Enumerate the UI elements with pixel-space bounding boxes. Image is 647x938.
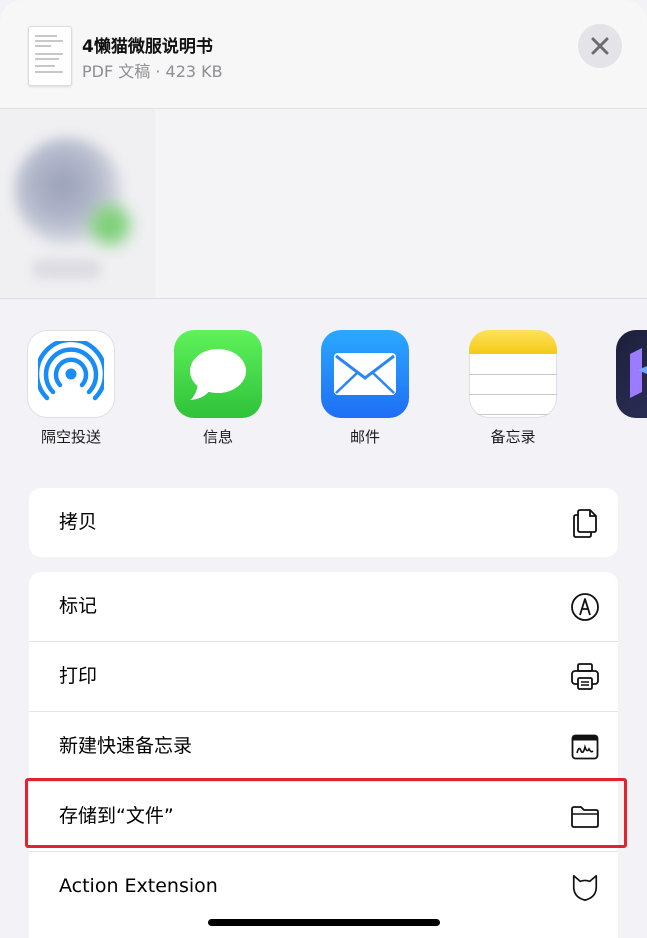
share-sheet: 4懒猫微服说明书 PDF 文稿 · 423 KB 隔空投送 信息 邮件 备忘录 …	[0, 0, 647, 938]
airdrop-icon	[27, 330, 115, 418]
action-copy[interactable]: 拷贝	[29, 488, 618, 557]
document-title: 4懒猫微服说明书	[82, 37, 213, 57]
app-label: 备忘录	[490, 428, 536, 446]
highlight-box	[25, 778, 627, 848]
action-label: Action Extension	[59, 875, 218, 897]
app-icon-partial	[616, 330, 647, 418]
app-label: 信息	[202, 428, 233, 446]
share-header: 4懒猫微服说明书 PDF 文稿 · 423 KB	[0, 0, 647, 109]
close-button[interactable]	[578, 24, 622, 68]
action-label: 拷贝	[59, 511, 98, 533]
document-thumbnail	[28, 26, 72, 86]
copy-icon	[570, 508, 600, 538]
contact-suggestion[interactable]	[0, 109, 155, 298]
action-print[interactable]: 打印	[29, 642, 618, 712]
app-row: 隔空投送 信息 邮件 备忘录	[0, 300, 647, 460]
app-label: 邮件	[349, 428, 380, 446]
messages-icon	[174, 330, 262, 418]
action-markup[interactable]: 标记	[29, 572, 618, 642]
app-notes[interactable]: 备忘录	[468, 330, 558, 447]
people-suggestions	[0, 109, 647, 299]
app-airdrop[interactable]: 隔空投送	[26, 330, 116, 447]
app-mail[interactable]: 邮件	[320, 330, 410, 447]
document-subtitle: PDF 文稿 · 423 KB	[82, 62, 223, 81]
notes-icon	[469, 330, 557, 418]
markup-icon	[570, 592, 600, 622]
action-label: 标记	[59, 595, 98, 617]
action-action-extension[interactable]: Action Extension	[29, 852, 618, 921]
action-quick-note[interactable]: 新建快速备忘录	[29, 712, 618, 782]
app-label: 隔空投送	[40, 428, 101, 446]
action-group-main: 标记 打印 新建快速备忘录 存储到“文件” Action Extension	[29, 572, 618, 938]
blurred-app-badge	[90, 205, 130, 245]
app-partial[interactable]	[616, 330, 647, 426]
printer-icon	[570, 662, 600, 692]
app-messages[interactable]: 信息	[173, 330, 263, 447]
action-label: 打印	[59, 665, 98, 687]
mail-icon	[321, 330, 409, 418]
action-group-copy: 拷贝	[29, 488, 618, 557]
blurred-contact-name	[32, 259, 102, 279]
quick-note-icon	[570, 732, 600, 762]
close-icon	[591, 37, 609, 55]
action-label: 新建快速备忘录	[59, 735, 193, 757]
home-indicator	[208, 919, 440, 926]
cat-icon	[570, 872, 600, 902]
